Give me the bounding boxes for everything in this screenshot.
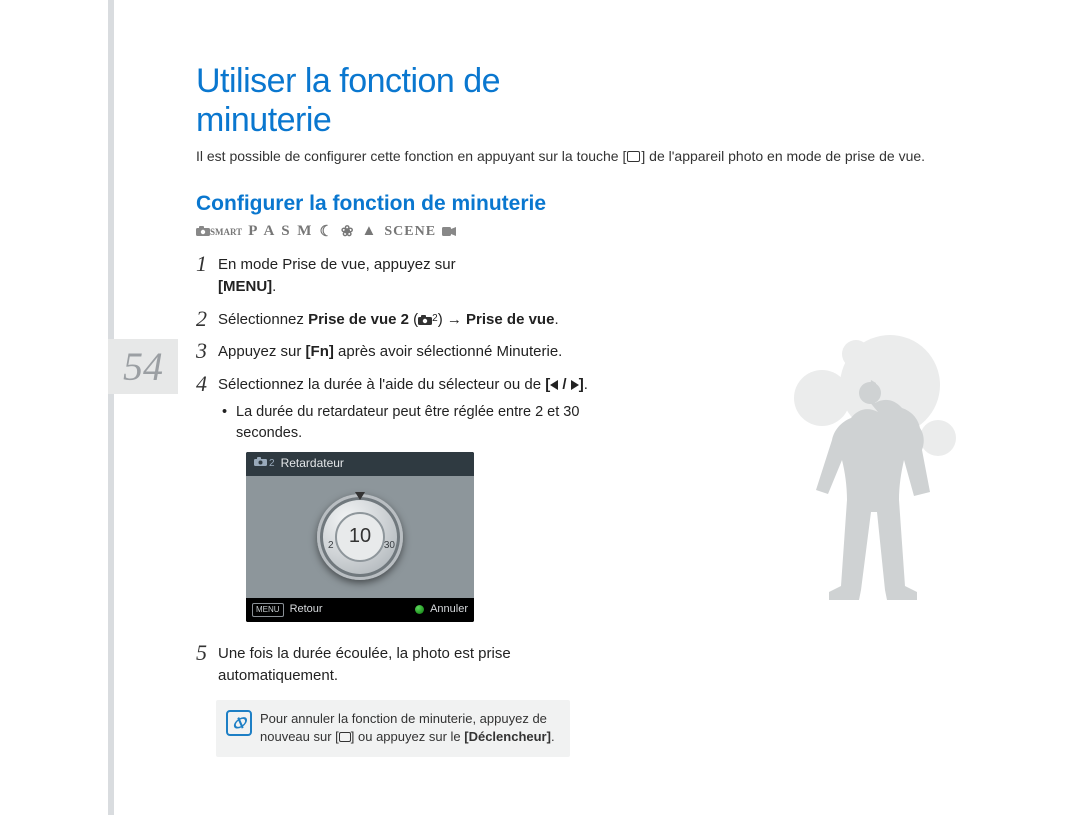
lcd-retour: Retour: [290, 602, 323, 618]
page-number-box: 54: [108, 339, 178, 394]
step-2: 2 Sélectionnez Prise de vue 2 (2) → Pris…: [196, 308, 616, 331]
lcd-titlebar: 2 Retardateur: [246, 452, 474, 476]
smart-mode-icon: [196, 224, 210, 240]
step5-text: Une fois la durée écoulée, la photo est …: [218, 642, 616, 687]
lcd-annuler: Annuler: [430, 602, 468, 618]
step-1: 1 En mode Prise de vue, appuyez sur [MEN…: [196, 253, 616, 298]
step4-c: .: [584, 376, 588, 393]
step2-b2: Prise de vue: [466, 311, 554, 328]
intro-after: ] de l'appareil photo en mode de prise d…: [641, 148, 925, 164]
page-number: 54: [123, 343, 163, 390]
section-heading: Configurer la fonction de minuterie: [196, 192, 616, 216]
right-arrow-icon: [571, 380, 579, 390]
step-number: 4: [196, 373, 218, 395]
step2-arrow: →: [443, 311, 466, 328]
step-3: 3 Appuyez sur [Fn] après avoir sélection…: [196, 340, 616, 363]
step3-a: Appuyez sur: [218, 343, 306, 360]
step2-po: (: [409, 311, 418, 328]
step1-b: .: [272, 278, 276, 295]
video-mode-icon: [442, 224, 456, 240]
info-note: ⦰ Pour annuler la fonction de minuterie,…: [216, 700, 570, 756]
step-number: 2: [196, 308, 218, 330]
smart-label: SMART: [210, 227, 242, 237]
dial-min: 2: [328, 539, 334, 554]
display-button-icon: [627, 151, 640, 162]
timer-dial: 2 30 10: [317, 494, 403, 580]
lcd-footer: MENU Retour Annuler: [246, 598, 474, 622]
beauty-mode-icon: ❀: [341, 222, 356, 241]
step3-b: après avoir sélectionné Minuterie.: [334, 343, 562, 360]
lcd-title: Retardateur: [281, 455, 344, 472]
note-declencheur: [Déclencheur]: [464, 729, 551, 744]
night-mode-icon: ☾: [319, 222, 334, 241]
landscape-mode-icon: ▲: [361, 223, 378, 240]
step-4: 4 Sélectionnez la durée à l'aide du séle…: [196, 373, 616, 632]
page-title: Utiliser la fonction de minuterie: [196, 62, 616, 140]
mode-letters: P A S M: [248, 223, 313, 240]
step1-menu: [MENU]: [218, 278, 272, 295]
lcd-camera-icon: [254, 456, 267, 472]
child-pointing-silhouette: [690, 330, 990, 710]
camera-lcd-preview: 2 Retardateur 2 30 10 MENU R: [246, 452, 474, 622]
step2-c: .: [554, 311, 558, 328]
dial-max: 30: [384, 539, 395, 554]
scene-label: SCENE: [384, 224, 436, 240]
left-gutter: [108, 0, 114, 815]
step2-a: Sélectionnez: [218, 311, 308, 328]
step4-a: Sélectionnez la durée à l'aide du sélect…: [218, 376, 545, 393]
info-icon: ⦰: [226, 710, 252, 736]
step-number: 5: [196, 642, 218, 664]
step-number: 1: [196, 253, 218, 275]
step3-fn: [Fn]: [306, 343, 334, 360]
dial-value: 10: [335, 512, 385, 562]
display-button-icon: [339, 732, 351, 742]
intro-text: Il est possible de configurer cette fonc…: [196, 148, 616, 164]
step4-bullet: La durée du retardateur peut être réglée…: [236, 402, 616, 444]
lcd-main: 2 30 10: [246, 476, 474, 598]
step-number: 3: [196, 340, 218, 362]
note-c: .: [551, 729, 555, 744]
note-b: ] ou appuyez sur le: [351, 729, 464, 744]
step4-sep: /: [558, 376, 571, 393]
step1-a: En mode Prise de vue, appuyez sur: [218, 256, 456, 273]
steps-list: 1 En mode Prise de vue, appuyez sur [MEN…: [196, 253, 616, 686]
mode-dial-symbols: SMART P A S M ☾ ❀ ▲ SCENE: [196, 222, 616, 241]
menu-chip: MENU: [252, 603, 284, 617]
intro-before: Il est possible de configurer cette fonc…: [196, 148, 626, 164]
step-5: 5 Une fois la durée écoulée, la photo es…: [196, 642, 616, 687]
step2-b1: Prise de vue 2: [308, 311, 409, 328]
lcd-icon-num: 2: [269, 457, 275, 472]
camera-menu-icon: 2: [418, 312, 438, 327]
green-dot-icon: [415, 605, 424, 614]
